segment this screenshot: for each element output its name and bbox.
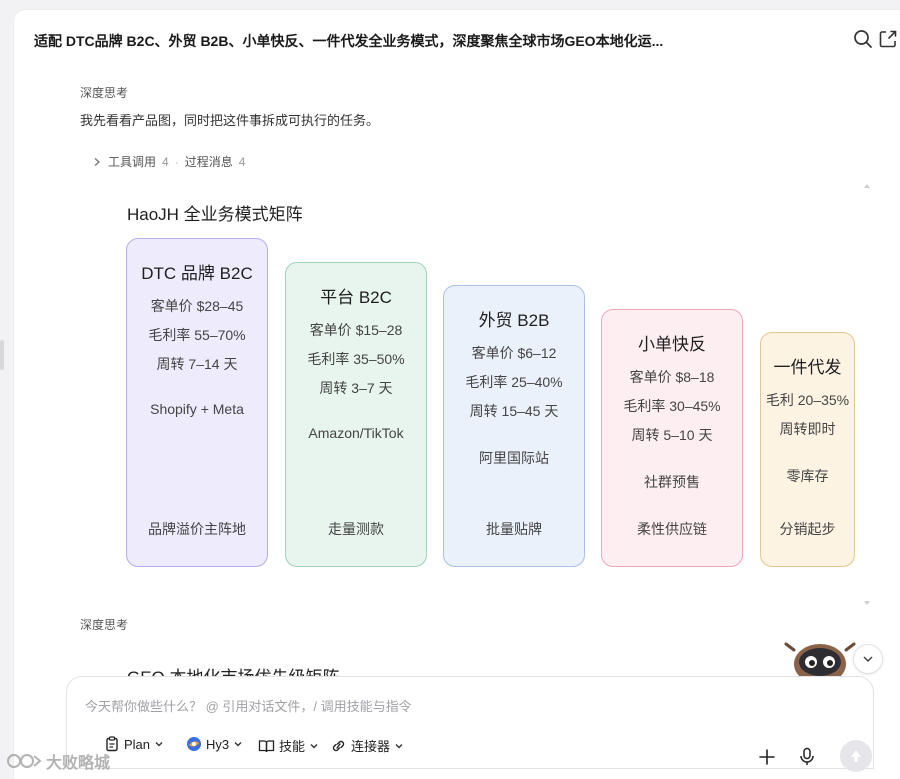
card-margin: 毛利 20–35% bbox=[765, 392, 850, 408]
tool-calls-count: 4 bbox=[162, 154, 169, 169]
card-turnover: 周转 7–14 天 bbox=[156, 356, 238, 372]
plan-mode-selector[interactable]: Plan bbox=[104, 736, 164, 752]
tool-calls-label: 工具调用 bbox=[108, 155, 157, 169]
scroll-up-marker bbox=[864, 184, 870, 188]
chevron-down-icon bbox=[155, 742, 163, 747]
link-icon bbox=[332, 740, 345, 751]
process-messages-label: 过程消息 bbox=[184, 155, 233, 169]
chevron-down-icon bbox=[310, 743, 318, 748]
chevron-down-icon bbox=[234, 742, 242, 747]
card-turnover: 周转即时 bbox=[779, 421, 836, 437]
thinking-label-2: 深度思考 bbox=[80, 618, 129, 632]
model-logo-icon bbox=[187, 737, 201, 751]
card-title: 一件代发 bbox=[773, 358, 842, 377]
card-turnover: 周转 5–10 天 bbox=[631, 427, 713, 443]
business-mode-card-b2b: 外贸 B2B 客单价 $6–12 毛利率 25–40% 周转 15–45 天 阿… bbox=[443, 285, 585, 567]
search-icon[interactable] bbox=[852, 28, 874, 50]
connector-label: 连接器 bbox=[351, 739, 391, 754]
watermark-logo-icon bbox=[7, 754, 42, 768]
card-price: 客单价 $28–45 bbox=[150, 298, 244, 314]
top-bar: 适配 DTC品牌 B2C、外贸 B2B、小单快反、一件代发全业务模式，深度聚焦全… bbox=[14, 10, 900, 68]
separator-dot: · bbox=[174, 154, 179, 169]
card-margin: 毛利率 55–70% bbox=[148, 327, 246, 343]
edit-icon[interactable] bbox=[877, 28, 899, 50]
watermark: 大败略城 bbox=[6, 749, 110, 773]
book-icon bbox=[258, 739, 275, 752]
conversation-title: 适配 DTC品牌 B2C、外贸 B2B、小单快反、一件代发全业务模式，深度聚焦全… bbox=[34, 33, 664, 49]
card-role: 走量测款 bbox=[328, 521, 384, 537]
card-role: 分销起步 bbox=[779, 521, 836, 537]
thinking-label: 深度思考 bbox=[80, 86, 129, 100]
card-margin: 毛利率 35–50% bbox=[307, 351, 405, 367]
chevron-down-icon bbox=[395, 743, 403, 748]
chevron-down-icon bbox=[863, 656, 873, 663]
watermark-text: 大败略城 bbox=[46, 755, 111, 772]
send-icon bbox=[851, 750, 861, 762]
chevron-right-icon bbox=[94, 157, 100, 166]
card-channel: 零库存 bbox=[786, 468, 829, 484]
card-price: 客单价 $8–18 bbox=[629, 369, 715, 385]
scroll-to-bottom-button[interactable] bbox=[853, 644, 883, 674]
send-button[interactable] bbox=[840, 740, 872, 772]
mic-icon[interactable] bbox=[798, 747, 816, 767]
card-channel: 社群预售 bbox=[644, 474, 700, 490]
card-title: DTC 品牌 B2C bbox=[141, 264, 253, 283]
business-mode-card-quick-response: 小单快反 客单价 $8–18 毛利率 30–45% 周转 5–10 天 社群预售… bbox=[601, 309, 743, 567]
business-mode-card-dtc: DTC 品牌 B2C 客单价 $28–45 毛利率 55–70% 周转 7–14… bbox=[126, 238, 268, 567]
plus-icon[interactable] bbox=[758, 748, 776, 766]
message-composer bbox=[66, 676, 874, 769]
connector-selector[interactable]: 连接器 bbox=[330, 736, 404, 755]
card-title: 外贸 B2B bbox=[478, 311, 550, 330]
card-turnover: 周转 15–45 天 bbox=[469, 403, 559, 419]
model-selector[interactable]: Hy3 bbox=[186, 736, 243, 752]
scroll-down-marker bbox=[864, 601, 870, 605]
card-price: 客单价 $15–28 bbox=[309, 322, 403, 338]
card-role: 柔性供应链 bbox=[637, 521, 707, 537]
business-mode-card-platform: 平台 B2C 客单价 $15–28 毛利率 35–50% 周转 3–7 天 Am… bbox=[285, 262, 427, 567]
assistant-message: 我先看看产品图，同时把这件事拆成可执行的任务。 bbox=[80, 113, 380, 128]
tool-summary-toggle[interactable]: 工具调用 4 · 过程消息 4 bbox=[92, 153, 245, 170]
business-mode-card-dropshipping: 一件代发 毛利 20–35% 周转即时 零库存 分销起步 bbox=[760, 332, 855, 567]
card-role: 批量贴牌 bbox=[486, 521, 542, 537]
card-channel: Amazon/TikTok bbox=[308, 425, 404, 441]
skills-label: 技能 bbox=[279, 739, 306, 754]
skills-selector[interactable]: 技能 bbox=[258, 736, 319, 755]
card-price: 客单价 $6–12 bbox=[471, 345, 557, 361]
message-input[interactable] bbox=[85, 699, 785, 714]
card-title: 小单快反 bbox=[638, 335, 706, 354]
card-title: 平台 B2C bbox=[320, 288, 392, 307]
card-role: 品牌溢价主阵地 bbox=[148, 521, 246, 537]
model-label: Hy3 bbox=[206, 736, 230, 752]
plan-label: Plan bbox=[124, 736, 151, 752]
matrix-title: HaoJH 全业务模式矩阵 bbox=[127, 205, 303, 224]
process-messages-count: 4 bbox=[238, 154, 246, 169]
card-channel: Shopify + Meta bbox=[150, 401, 244, 417]
card-margin: 毛利率 25–40% bbox=[465, 374, 563, 390]
card-channel: 阿里国际站 bbox=[479, 450, 549, 466]
card-turnover: 周转 3–7 天 bbox=[319, 380, 393, 396]
left-edge-handle bbox=[0, 340, 4, 370]
card-margin: 毛利率 30–45% bbox=[623, 398, 721, 414]
